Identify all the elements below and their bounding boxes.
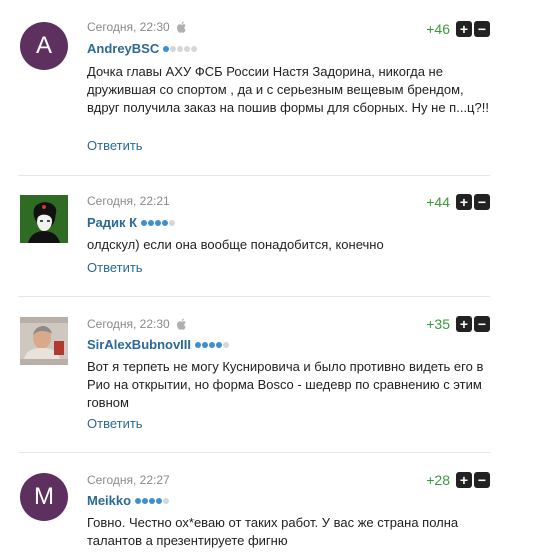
reply-link[interactable]: Ответить [87, 416, 143, 431]
downvote-button[interactable]: − [474, 472, 490, 488]
rank-dots [135, 497, 170, 504]
comment-score: +35 [426, 316, 450, 332]
author-name[interactable]: AndreyBSC [87, 41, 159, 56]
avatar-letter: A [35, 32, 52, 59]
avatar-image [20, 323, 68, 359]
comment-text: олдскул) если она вообще понадобится, ко… [87, 237, 384, 252]
upvote-button[interactable]: + [456, 472, 472, 488]
comment-meta: Сегодня, 22:30 [87, 20, 187, 34]
comment-text: Дочка главы АХУ ФСБ России Настя Задорин… [87, 64, 489, 115]
avatar[interactable]: M [20, 473, 68, 521]
vote-controls: +44 + − [426, 194, 490, 210]
comment-meta: Сегодня, 22:27 [87, 473, 170, 487]
upvote-button[interactable]: + [456, 194, 472, 210]
author-name[interactable]: Радик К [87, 215, 137, 230]
divider [18, 175, 490, 176]
avatar[interactable] [20, 317, 68, 365]
avatar[interactable] [20, 195, 68, 243]
vote-controls: +46 + − [426, 21, 490, 37]
apple-icon [176, 21, 186, 33]
reply-link[interactable]: Ответить [87, 138, 143, 153]
upvote-button[interactable]: + [456, 316, 472, 332]
downvote-button[interactable]: − [474, 21, 490, 37]
apple-icon [176, 318, 186, 330]
divider [18, 296, 490, 297]
downvote-button[interactable]: − [474, 316, 490, 332]
author-name[interactable]: Meikko [87, 493, 131, 508]
comment-author[interactable]: Радик К [87, 215, 176, 230]
comment-score: +44 [426, 194, 450, 210]
upvote-button[interactable]: + [456, 21, 472, 37]
rank-dots [141, 219, 176, 226]
comment-author[interactable]: Meikko [87, 493, 170, 508]
comment-time: Сегодня, 22:21 [87, 194, 170, 208]
vote-controls: +35 + − [426, 316, 490, 332]
avatar[interactable]: A [20, 22, 68, 70]
comment-score: +28 [426, 472, 450, 488]
comment-meta: Сегодня, 22:30 [87, 317, 187, 331]
comment-meta: Сегодня, 22:21 [87, 194, 170, 208]
author-name[interactable]: SirAlexBubnovIII [87, 337, 191, 352]
comment-time: Сегодня, 22:27 [87, 473, 170, 487]
comment-time: Сегодня, 22:30 [87, 317, 170, 331]
avatar-letter: M [34, 483, 54, 510]
rank-dots [195, 341, 230, 348]
comment-text: Говно. Честно ох*еваю от таких работ. У … [87, 515, 459, 548]
vote-controls: +28 + − [426, 472, 490, 488]
comment-author[interactable]: AndreyBSC [87, 41, 198, 56]
downvote-button[interactable]: − [474, 194, 490, 210]
comment-author[interactable]: SirAlexBubnovIII [87, 337, 230, 352]
avatar-image [20, 195, 68, 243]
comment-time: Сегодня, 22:30 [87, 20, 170, 34]
comment-text: Вот я терпеть не могу Куснировича и было… [87, 359, 484, 410]
reply-link[interactable]: Ответить [87, 260, 143, 275]
divider [18, 452, 490, 453]
comment-score: +46 [426, 21, 450, 37]
rank-dots [163, 45, 198, 52]
